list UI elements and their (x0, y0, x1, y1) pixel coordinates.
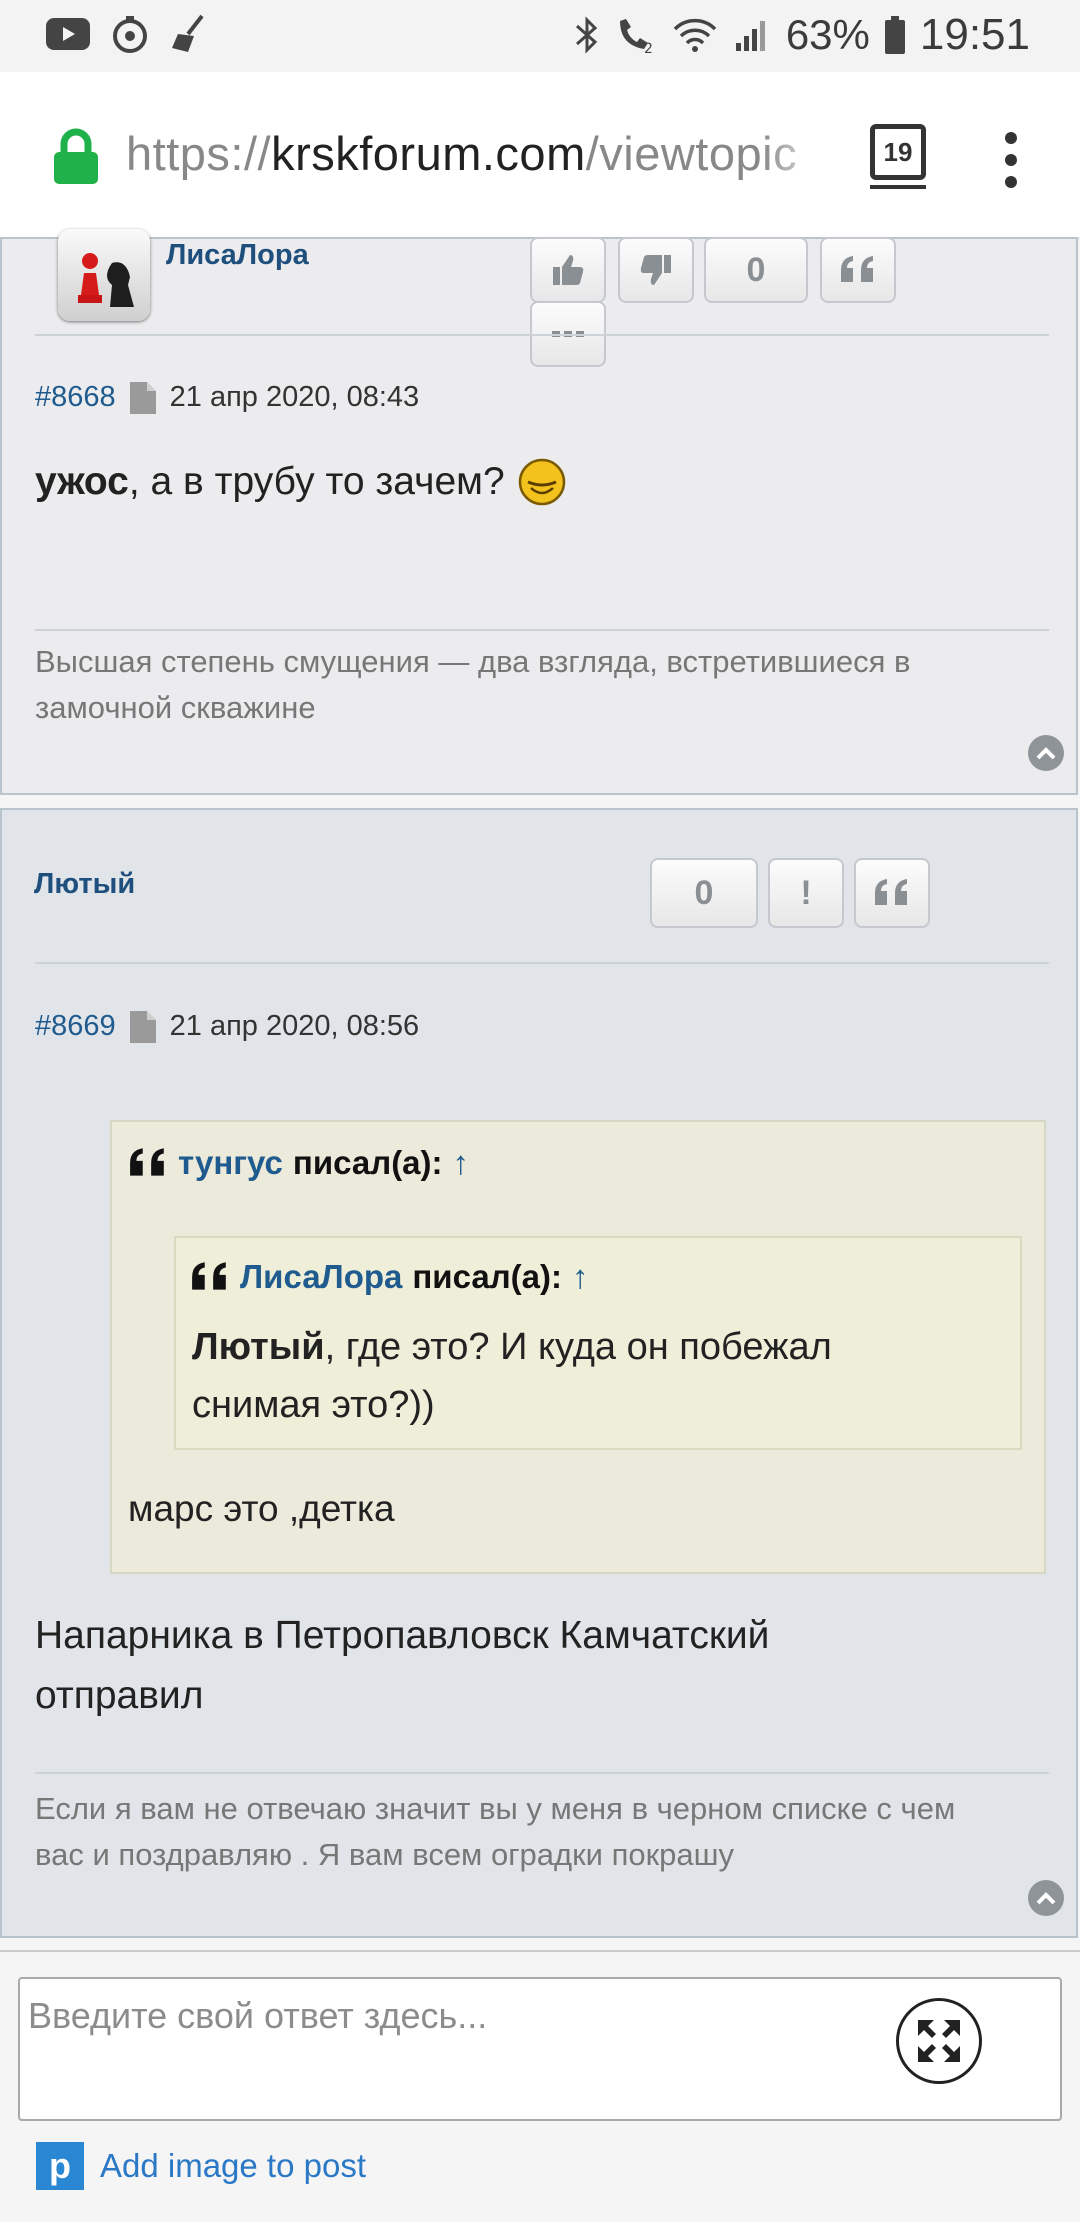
signature-line2: вас и поздравляю . Я вам всем оградки по… (35, 1837, 735, 1872)
report-button[interactable]: ! (768, 858, 844, 928)
divider (35, 629, 1049, 631)
battery-icon (884, 16, 905, 54)
timer-icon (113, 16, 147, 53)
thumbs-down-icon (640, 255, 671, 285)
add-image-label: Add image to post (100, 2147, 366, 2184)
quote-icon (875, 879, 907, 905)
quote-wrote-label: писал(а): (412, 1258, 562, 1295)
clock: 19:51 (919, 10, 1030, 59)
postimage-icon: p (36, 2142, 84, 2190)
url-prefix: https:// (126, 127, 272, 180)
post-author[interactable]: ЛисаЛора (166, 239, 309, 272)
quote-author-link[interactable]: тунгус (178, 1144, 283, 1182)
post-body-text: , а в трубу то зачем? (128, 460, 505, 503)
forum-post: ЛисаЛора 0 #8668 21 апр 2020, 08:43 ужос… (0, 229, 1078, 795)
smiley-icon (518, 458, 565, 506)
post-date: 21 апр 2020, 08:56 (169, 1010, 420, 1042)
avatar[interactable] (58, 229, 150, 321)
quote-button[interactable] (854, 858, 930, 928)
quote-icon (130, 1148, 164, 1176)
document-icon (129, 381, 156, 414)
status-bar: 2 63% 19:51 (0, 0, 1080, 72)
broom-icon (172, 14, 204, 52)
quote-jump-link[interactable]: ↑ (572, 1258, 589, 1296)
thumbs-up-icon (553, 255, 584, 285)
fullscreen-editor-button[interactable] (896, 1998, 982, 2084)
expand-arrows-icon (918, 2020, 960, 2062)
browser-toolbar: https://krskforum.com/viewtopic 19 (0, 72, 1080, 237)
signal-icon (735, 21, 765, 51)
quote-jump-link[interactable]: ↑ (453, 1144, 470, 1182)
like-button[interactable] (530, 237, 606, 303)
bluetooth-icon (575, 16, 598, 54)
quote-wrote-label: писал(а): (292, 1144, 443, 1181)
quote-text-bold: Лютый (192, 1326, 325, 1368)
quick-reply: Введите свой ответ здесь... p Add image … (0, 1950, 1080, 2222)
url-host: krskforum.com (271, 127, 586, 180)
signature-line1: Если я вам не отвечаю значит вы у меня в… (35, 1791, 956, 1826)
post-body-line1: Напарника в Петропавловск Камчатский (35, 1614, 770, 1657)
back-to-top-button[interactable] (1028, 1880, 1064, 1916)
lock-icon[interactable] (52, 128, 100, 189)
vote-count: 0 (650, 858, 758, 928)
wifi-icon (673, 18, 717, 52)
signature: Если я вам не отвечаю значит вы у меня в… (35, 1786, 1035, 1878)
youtube-icon (46, 18, 90, 50)
quote-header: ЛисаЛора писал(а): ↑ (190, 1258, 589, 1296)
report-label: ! (800, 873, 812, 912)
vote-count-value: 0 (746, 250, 766, 289)
post-body-bold: ужос (35, 460, 129, 503)
divider (35, 1772, 1049, 1774)
nested-quote-block: ЛисаЛора писал(а): ↑ Лютый, где это? И к… (174, 1236, 1022, 1450)
divider (35, 962, 1049, 964)
tab-count: 19 (883, 136, 913, 167)
post-id-link[interactable]: #8669 (35, 1010, 116, 1043)
back-to-top-button[interactable] (1028, 735, 1064, 771)
wifi-call-icon: 2 (619, 19, 653, 55)
svg-text:2: 2 (644, 41, 653, 55)
post-date: 21 апр 2020, 08:43 (169, 381, 420, 413)
quote-icon (841, 256, 873, 282)
post-id-link[interactable]: #8668 (35, 381, 116, 414)
dislike-button[interactable] (618, 237, 694, 303)
quote-text: Лютый, где это? И куда он побежал снимая… (192, 1318, 832, 1434)
quote-icon (192, 1262, 226, 1290)
chevron-up-icon (1036, 1892, 1056, 1905)
post-body: ужос, а в трубу то зачем? (35, 457, 567, 507)
post-body: Напарника в Петропавловск Камчатский отп… (35, 1606, 769, 1726)
quote-button[interactable] (820, 237, 896, 303)
chevron-up-icon (1036, 747, 1056, 760)
add-image-link[interactable]: p Add image to post (36, 2142, 366, 2190)
quote-author-link[interactable]: ЛисаЛора (240, 1258, 402, 1296)
quote-block: тунгус писал(а): ↑ ЛисаЛора писал(а): ↑ … (110, 1120, 1046, 1574)
quote-text-line2: снимая это?)) (192, 1384, 435, 1426)
post-meta: #8668 21 апр 2020, 08:43 (35, 381, 419, 414)
post-meta: #8669 21 апр 2020, 08:56 (35, 1010, 419, 1043)
vote-count-value: 0 (694, 873, 714, 912)
divider (35, 334, 1049, 336)
address-bar[interactable]: https://krskforum.com/viewtopic (126, 126, 832, 196)
document-icon (129, 1010, 156, 1043)
quote-text-line1: , где это? И куда он побежал (324, 1326, 832, 1368)
tab-switcher-button[interactable]: 19 (870, 124, 926, 189)
signature: Высшая степень смущения — два взгляда, в… (35, 644, 911, 725)
quote-header: тунгус писал(а): ↑ (128, 1144, 469, 1182)
quote-text: марс это ,детка (128, 1488, 395, 1529)
overflow-menu-icon[interactable] (1005, 132, 1019, 198)
forum-post: Лютый 0 ! #8669 21 апр 2020, 08:56 тунгу… (0, 808, 1078, 1938)
vote-count: 0 (704, 237, 808, 303)
post-body-line2: отправил (35, 1674, 204, 1717)
battery-percent: 63% (785, 11, 870, 58)
post-author[interactable]: Лютый (34, 868, 135, 901)
